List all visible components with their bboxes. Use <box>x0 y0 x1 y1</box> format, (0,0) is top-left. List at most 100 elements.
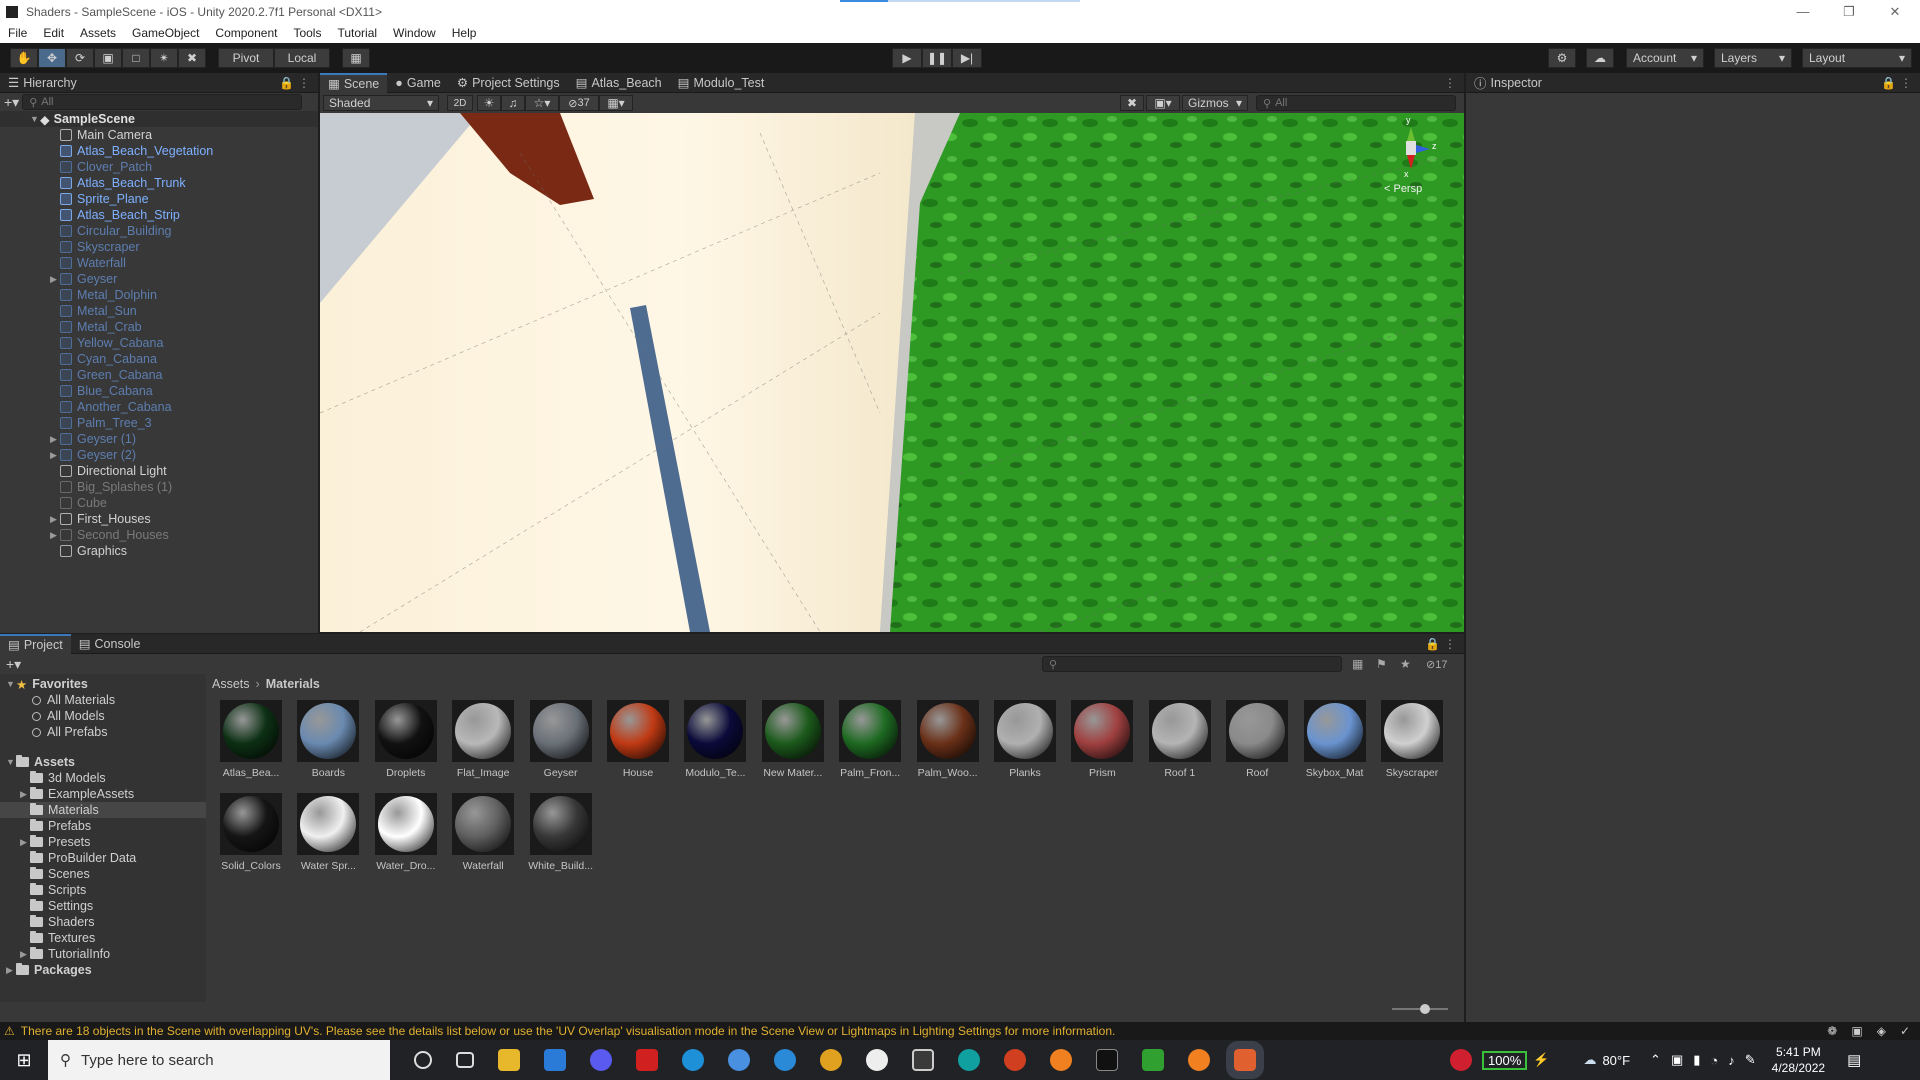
gizmo-center-icon[interactable] <box>1406 141 1416 155</box>
expand-arrow-icon[interactable]: ▼ <box>6 679 16 689</box>
arduino-icon[interactable] <box>958 1049 980 1071</box>
hierarchy-item[interactable]: Circular_Building <box>0 223 318 239</box>
menu-file[interactable]: File <box>0 26 35 40</box>
hierarchy-item[interactable]: Atlas_Beach_Strip <box>0 207 318 223</box>
scene-viewport[interactable]: y x z < Persp <box>320 113 1464 632</box>
chrome-icon[interactable] <box>820 1049 842 1071</box>
status-bar[interactable]: ⚠ There are 18 objects in the Scene with… <box>0 1022 1920 1040</box>
hierarchy-item[interactable]: Graphics <box>0 543 318 559</box>
tab-console[interactable]: ▤ Console <box>71 634 149 654</box>
breadcrumb-materials[interactable]: Materials <box>266 677 320 691</box>
expand-arrow-icon[interactable]: ▶ <box>20 789 30 800</box>
packages-header[interactable]: ▶ Packages <box>0 962 206 978</box>
windows-start-icon[interactable]: ⊞ <box>0 1040 48 1080</box>
cloud-icon[interactable]: ☁ <box>1586 48 1614 68</box>
lock-icon[interactable]: 🔒 <box>1425 637 1440 651</box>
close-icon[interactable]: ✕ <box>1872 0 1918 23</box>
shading-mode-dropdown[interactable]: Shaded ▾ <box>323 95 439 111</box>
tab-project-settings[interactable]: ⚙ Project Settings <box>449 73 568 93</box>
hierarchy-item[interactable]: Atlas_Beach_Trunk <box>0 175 318 191</box>
project-search-input[interactable]: ⚲ <box>1042 656 1342 672</box>
cortana-icon[interactable] <box>414 1051 432 1069</box>
expand-arrow-icon[interactable]: ▶ <box>50 274 60 285</box>
asset-folder[interactable]: Scripts <box>0 882 206 898</box>
minimize-icon[interactable]: — <box>1780 0 1826 23</box>
transform-tool-icon[interactable]: ✴ <box>150 48 178 68</box>
weather-temperature[interactable]: 80°F <box>1602 1053 1630 1068</box>
favorite-all-prefabs[interactable]: All Prefabs <box>0 724 206 740</box>
asset-folder[interactable]: Textures <box>0 930 206 946</box>
expand-arrow-icon[interactable]: ▶ <box>50 530 60 541</box>
tab-scene[interactable]: ▦ Scene <box>320 72 388 93</box>
grid-dropdown-icon[interactable]: ▦▾ <box>599 95 633 111</box>
tab-inspector[interactable]: ⓘ Inspector <box>1466 73 1550 93</box>
task-view-icon[interactable] <box>456 1052 474 1068</box>
expand-arrow-icon[interactable]: ▶ <box>6 965 16 976</box>
hierarchy-item[interactable]: ▶ Second_Houses <box>0 527 318 543</box>
material-asset[interactable]: Droplets <box>371 700 441 779</box>
scale-tool-icon[interactable]: ▣ <box>94 48 122 68</box>
perspective-label[interactable]: < Persp <box>1384 183 1422 195</box>
expand-arrow-icon[interactable]: ▼ <box>6 757 16 767</box>
app-icon-1[interactable] <box>590 1049 612 1071</box>
local-button[interactable]: Local <box>274 48 330 68</box>
gizmo-x-axis-icon[interactable] <box>1407 155 1415 169</box>
chevron-up-icon[interactable]: ⌃ <box>1650 1052 1661 1068</box>
material-asset[interactable]: Modulo_Te... <box>680 700 750 779</box>
menu-tutorial[interactable]: Tutorial <box>329 26 385 40</box>
hierarchy-item[interactable]: Cube <box>0 495 318 511</box>
ie-icon[interactable] <box>774 1049 796 1071</box>
app-icon-4[interactable] <box>866 1049 888 1071</box>
material-asset[interactable]: Waterfall <box>448 793 518 872</box>
material-asset[interactable]: Skyscraper <box>1377 700 1447 779</box>
tools-icon[interactable]: ✖ <box>1120 95 1144 111</box>
more-icon[interactable]: ⋮ <box>298 76 310 90</box>
favorites-header[interactable]: ▼ ★ Favorites <box>0 676 206 692</box>
hierarchy-item[interactable]: Metal_Sun <box>0 303 318 319</box>
expand-arrow-icon[interactable]: ▶ <box>20 949 30 960</box>
app-icon-6[interactable] <box>1142 1049 1164 1071</box>
taskbar-search-input[interactable]: ⚲ Type here to search <box>48 1040 390 1080</box>
move-tool-icon[interactable]: ✥ <box>38 48 66 68</box>
hierarchy-item[interactable]: Clover_Patch <box>0 159 318 175</box>
filter-type-icon[interactable]: ▦ <box>1352 657 1363 671</box>
add-icon[interactable]: +▾ <box>6 656 21 673</box>
menu-edit[interactable]: Edit <box>35 26 72 40</box>
expand-arrow-icon[interactable]: ▶ <box>50 450 60 461</box>
wifi-icon[interactable]: ◔ <box>1710 1053 1718 1068</box>
tab-atlas-beach[interactable]: ▤ Atlas_Beach <box>568 73 670 93</box>
pen-icon[interactable]: ✎ <box>1745 1052 1756 1068</box>
hierarchy-item[interactable]: Main Camera <box>0 127 318 143</box>
hierarchy-item[interactable]: Atlas_Beach_Vegetation <box>0 143 318 159</box>
blender-icon-2[interactable] <box>1188 1049 1210 1071</box>
lightbulb-icon[interactable]: ◈ <box>1877 1024 1886 1038</box>
favorite-all-models[interactable]: All Models <box>0 708 206 724</box>
material-asset[interactable]: Geyser <box>526 700 596 779</box>
hierarchy-item[interactable]: Metal_Crab <box>0 319 318 335</box>
material-asset[interactable]: Palm_Woo... <box>913 700 983 779</box>
notification-icon[interactable]: ▤ <box>1847 1051 1861 1069</box>
material-asset[interactable]: Roof 1 <box>1145 700 1215 779</box>
menu-help[interactable]: Help <box>444 26 485 40</box>
pivot-button[interactable]: Pivot <box>218 48 274 68</box>
layers-dropdown[interactable]: Layers ▾ <box>1714 48 1792 68</box>
meet-now-icon[interactable]: ▣ <box>1671 1052 1683 1068</box>
hierarchy-item[interactable]: Blue_Cabana <box>0 383 318 399</box>
gizmo-z-axis-icon[interactable] <box>1416 145 1430 153</box>
add-icon[interactable]: +▾ <box>4 94 19 111</box>
lock-icon[interactable]: 🔒 <box>1881 76 1896 90</box>
step-button-icon[interactable]: ▶| <box>952 48 982 68</box>
hierarchy-item[interactable]: Cyan_Cabana <box>0 351 318 367</box>
asset-folder[interactable]: Settings <box>0 898 206 914</box>
material-asset[interactable]: Flat_Image <box>448 700 518 779</box>
asset-folder[interactable]: ▶ TutorialInfo <box>0 946 206 962</box>
hierarchy-search-input[interactable]: ⚲ All <box>22 94 303 110</box>
lighting-toggle-icon[interactable]: ☀ <box>477 95 501 111</box>
gizmos-dropdown[interactable]: Gizmos ▾ <box>1182 95 1248 111</box>
asset-folder[interactable]: Shaders <box>0 914 206 930</box>
zoom-slider-handle[interactable] <box>1420 1004 1430 1014</box>
tab-game[interactable]: ● Game <box>387 73 449 93</box>
hierarchy-item[interactable]: Another_Cabana <box>0 399 318 415</box>
blender-icon[interactable] <box>1050 1049 1072 1071</box>
app-icon-3[interactable] <box>728 1049 750 1071</box>
